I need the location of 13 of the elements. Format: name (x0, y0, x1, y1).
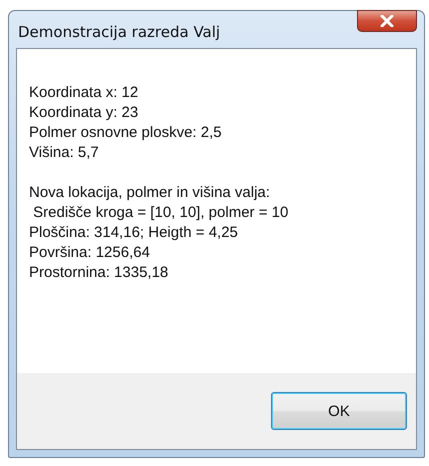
message-line: Prostornina: 1335,18 (29, 263, 170, 283)
message-line: Koordinata x: 12 (29, 83, 140, 103)
window-title: Demonstracija razreda Valj (17, 22, 220, 40)
message-line: Koordinata y: 23 (29, 103, 140, 123)
message-line: Polmer osnovne ploskve: 2,5 (29, 123, 223, 143)
close-button[interactable] (357, 10, 417, 32)
message-line: Središče kroga = [10, 10], polmer = 10 (32, 203, 290, 223)
message-line: Nova lokacija, polmer in višina valja: (29, 183, 271, 203)
close-icon (379, 15, 395, 27)
ok-button[interactable]: OK (271, 392, 407, 430)
message-line: Višina: 5,7 (29, 143, 100, 163)
message-line: Ploščina: 314,16; Heigth = 4,25 (29, 223, 239, 243)
message-line: Površina: 1256,64 (29, 243, 151, 263)
